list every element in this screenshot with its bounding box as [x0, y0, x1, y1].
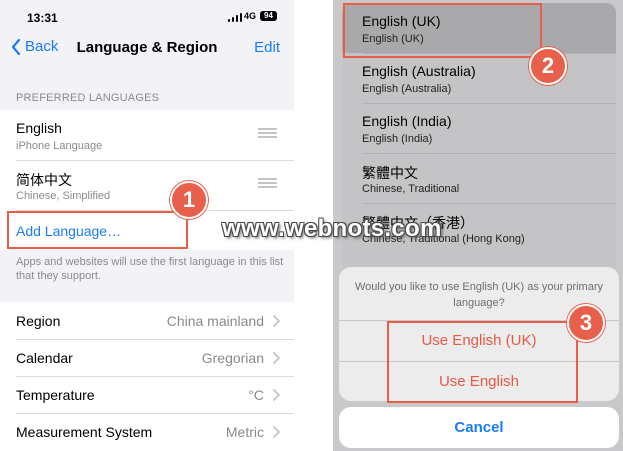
- language-subtitle: iPhone Language: [16, 140, 103, 152]
- status-bar: 13:31 4G 94: [0, 0, 294, 34]
- chevron-right-icon: [273, 389, 280, 401]
- chevron-right-icon: [273, 426, 280, 438]
- language-option-english-australia[interactable]: English (Australia) English (Australia): [342, 53, 616, 103]
- language-row-chinese-simplified[interactable]: 简体中文 Chinese, Simplified: [0, 160, 294, 210]
- battery-icon: 94: [260, 11, 277, 21]
- network-label: 4G: [244, 11, 257, 21]
- language-option-chinese-traditional[interactable]: 繁體中文 Chinese, Traditional: [342, 153, 616, 203]
- reorder-handle-icon[interactable]: [258, 178, 277, 188]
- settings-label: Temperature: [16, 387, 95, 403]
- language-name: English (Australia): [362, 63, 476, 79]
- highlight-box-english-uk: [343, 3, 542, 58]
- settings-row-calendar[interactable]: Calendar Gregorian: [0, 339, 294, 376]
- settings-row-measurement-system[interactable]: Measurement System Metric: [0, 413, 294, 450]
- language-name: English (India): [362, 113, 452, 129]
- language-subtitle: English (Australia): [362, 83, 452, 95]
- chevron-right-icon: [273, 352, 280, 364]
- language-name: 简体中文: [16, 172, 72, 188]
- status-time: 13:31: [27, 11, 58, 25]
- settings-value: China mainland: [166, 313, 264, 329]
- cancel-button[interactable]: Cancel: [339, 407, 619, 448]
- language-subtitle: Chinese, Traditional: [362, 183, 460, 195]
- edit-button[interactable]: Edit: [254, 39, 280, 56]
- highlight-box-alert-options: [387, 321, 578, 403]
- region-settings-list: Region China mainland Calendar Gregorian…: [0, 302, 294, 451]
- signal-icon: [228, 13, 242, 22]
- nav-bar: Back Language & Region Edit: [0, 34, 294, 64]
- language-subtitle: English (India): [362, 133, 433, 145]
- languages-footer-note: Apps and websites will use the first lan…: [16, 256, 284, 282]
- language-row-english[interactable]: English iPhone Language: [0, 110, 294, 160]
- preferred-languages-header: PREFERRED LANGUAGES: [16, 92, 160, 104]
- language-subtitle: Chinese, Simplified: [16, 190, 111, 202]
- language-name: English: [16, 120, 62, 136]
- alert-message: Would you like to use English (UK) as yo…: [355, 281, 604, 309]
- reorder-handle-icon[interactable]: [258, 128, 277, 138]
- step-badge-2: 2: [529, 47, 567, 85]
- language-option-english-india[interactable]: English (India) English (India): [342, 103, 616, 153]
- settings-label: Measurement System: [16, 424, 153, 440]
- settings-row-region[interactable]: Region China mainland: [0, 302, 294, 339]
- chevron-right-icon: [273, 315, 280, 327]
- settings-value: °C: [248, 387, 264, 403]
- settings-label: Calendar: [16, 350, 73, 366]
- step-badge-1: 1: [170, 181, 208, 219]
- settings-value: Gregorian: [201, 350, 264, 366]
- highlight-box-add-language: [7, 211, 188, 249]
- settings-label: Region: [16, 313, 61, 329]
- step-badge-3: 3: [567, 304, 605, 342]
- settings-value: Metric: [225, 424, 264, 440]
- page-title: Language & Region: [76, 39, 218, 56]
- settings-row-temperature[interactable]: Temperature °C: [0, 376, 294, 413]
- watermark: www.webnots.com: [222, 215, 442, 242]
- language-name: 繁體中文: [362, 165, 418, 181]
